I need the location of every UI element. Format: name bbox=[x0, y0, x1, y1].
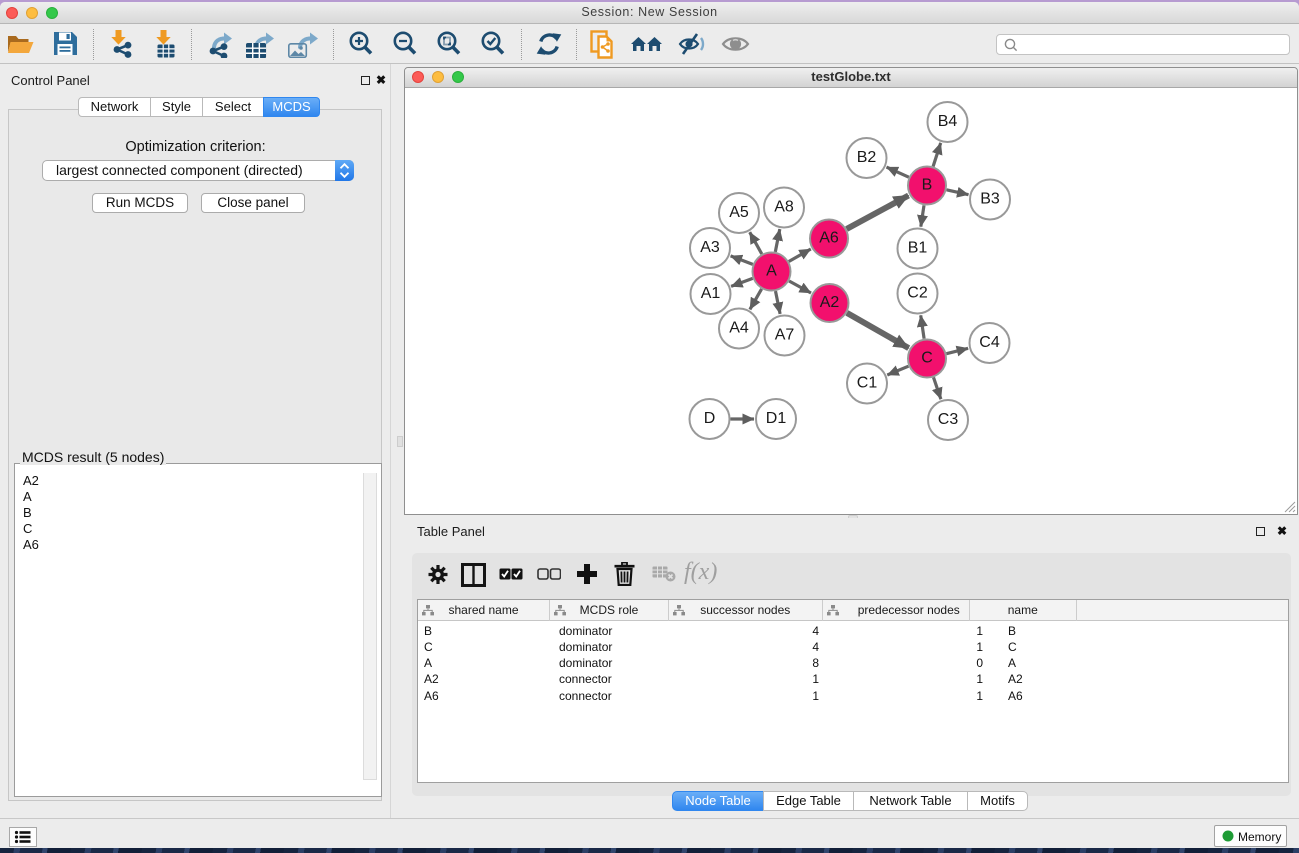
svg-text:C1: C1 bbox=[857, 375, 878, 392]
svg-text:C4: C4 bbox=[979, 334, 1000, 351]
svg-text:B4: B4 bbox=[938, 113, 958, 130]
svg-text:B2: B2 bbox=[857, 149, 877, 166]
svg-text:C3: C3 bbox=[938, 411, 959, 428]
svg-text:B: B bbox=[922, 177, 933, 194]
svg-text:A3: A3 bbox=[700, 239, 720, 256]
svg-text:B1: B1 bbox=[908, 240, 928, 257]
svg-text:A5: A5 bbox=[729, 204, 749, 221]
svg-text:A4: A4 bbox=[729, 320, 749, 337]
svg-text:A2: A2 bbox=[820, 294, 840, 311]
svg-text:A: A bbox=[766, 263, 777, 280]
svg-text:A8: A8 bbox=[774, 199, 794, 216]
svg-text:D1: D1 bbox=[766, 410, 787, 427]
svg-text:A7: A7 bbox=[775, 327, 795, 344]
svg-text:C2: C2 bbox=[907, 285, 928, 302]
svg-text:B3: B3 bbox=[980, 191, 1000, 208]
svg-text:D: D bbox=[704, 410, 716, 427]
svg-text:C: C bbox=[921, 350, 933, 367]
svg-text:A6: A6 bbox=[819, 230, 839, 247]
svg-text:A1: A1 bbox=[701, 285, 721, 302]
